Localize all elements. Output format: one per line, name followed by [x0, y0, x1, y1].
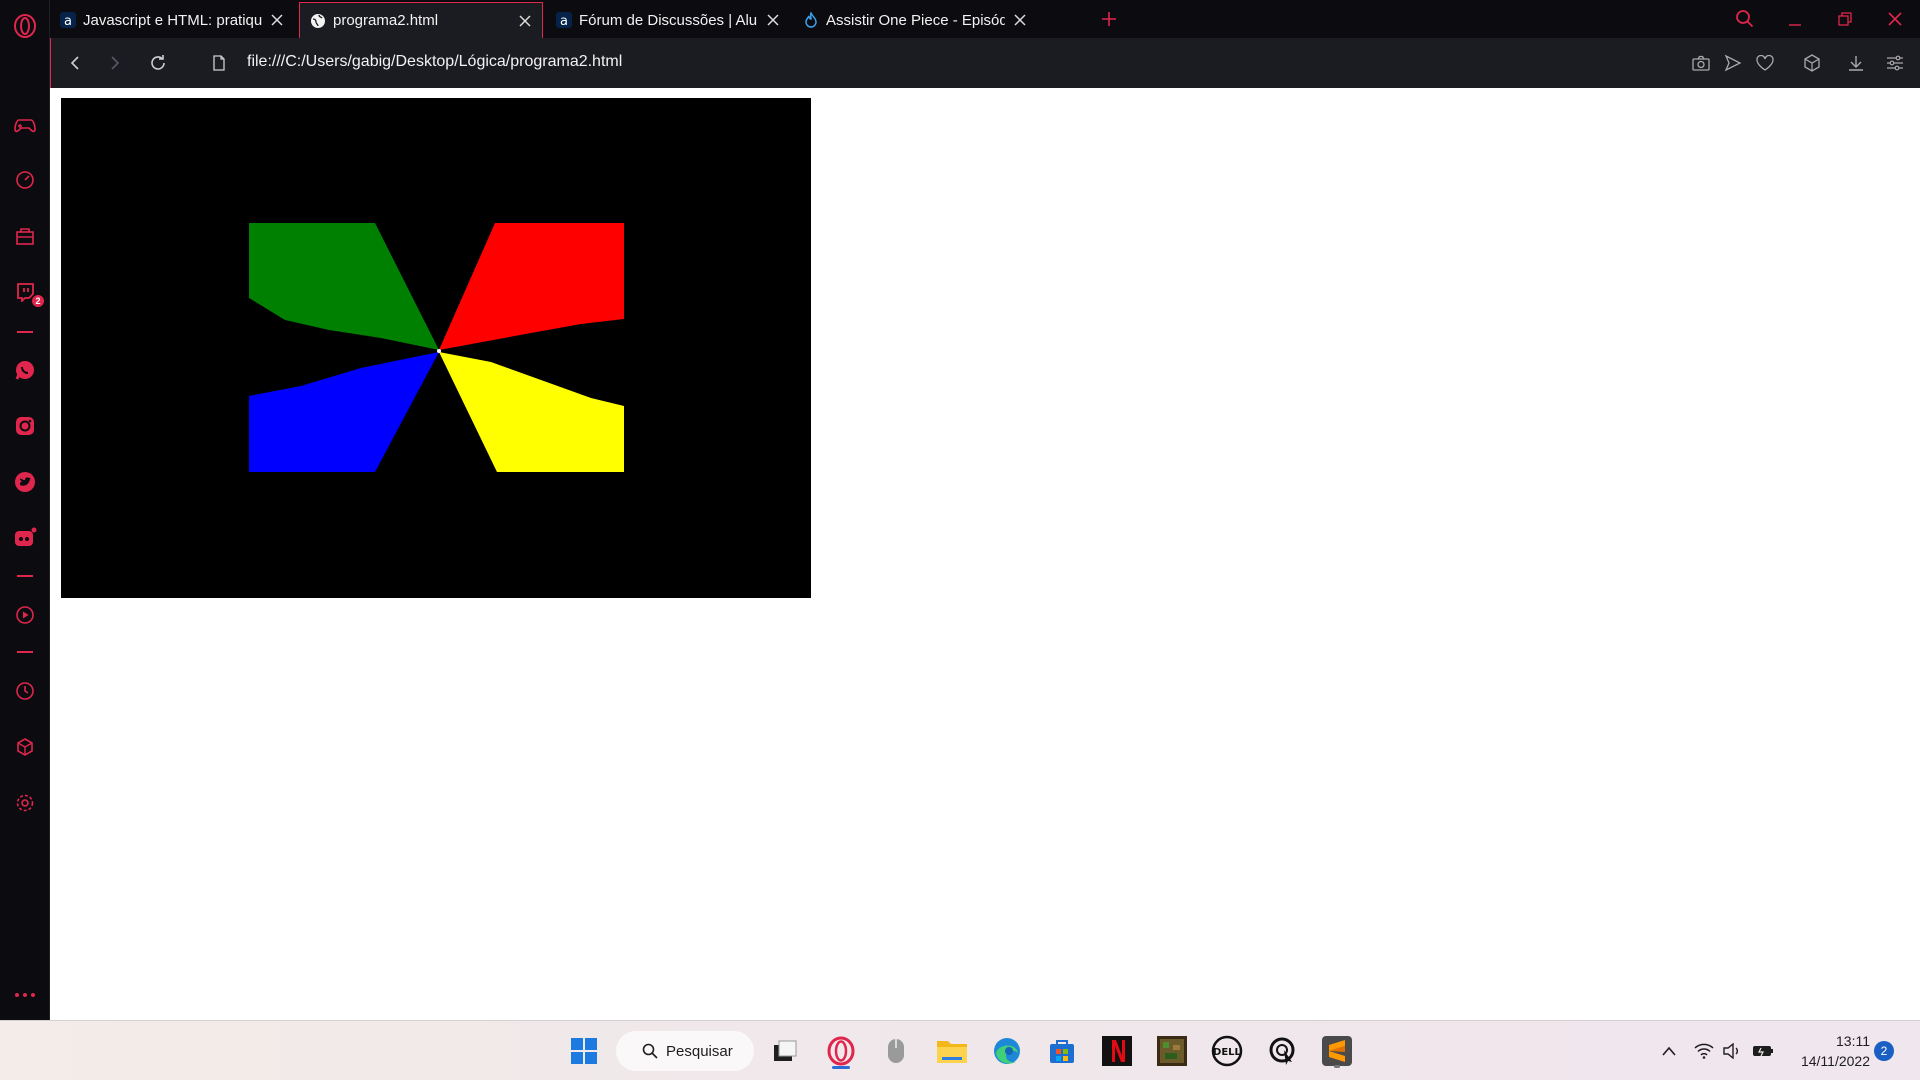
volume-icon[interactable] [1720, 1039, 1744, 1063]
globe-icon [310, 13, 326, 29]
alura-icon: a [60, 12, 76, 28]
whatsapp-icon[interactable] [10, 355, 40, 385]
chevron-up-icon[interactable] [1657, 1039, 1681, 1063]
tab[interactable]: a Javascript e HTML: pratique [50, 2, 294, 38]
more-icon[interactable] [10, 980, 40, 1010]
file-page-icon [207, 51, 231, 75]
active-indicator [832, 1066, 850, 1069]
alura-icon: a [556, 12, 572, 28]
speedometer-icon[interactable] [10, 165, 40, 195]
opera-gx-logo-icon[interactable] [10, 13, 40, 39]
opera-gx-icon[interactable] [821, 1031, 861, 1071]
tab-bar: a Javascript e HTML: pratique programa2.… [50, 0, 1920, 38]
running-indicator [1334, 1065, 1340, 1068]
heart-icon[interactable] [1753, 51, 1777, 75]
twitter-icon[interactable] [10, 467, 40, 497]
page-content [51, 88, 1920, 1020]
close-icon[interactable] [1013, 13, 1027, 27]
tab-title: Javascript e HTML: pratique [83, 11, 262, 29]
svg-text:DELL: DELL [1213, 1047, 1242, 1058]
send-icon[interactable] [1721, 51, 1745, 75]
close-icon[interactable] [518, 14, 532, 28]
reload-button[interactable] [146, 51, 170, 75]
tab-title: programa2.html [333, 12, 439, 29]
extensions-cube-icon[interactable] [1800, 51, 1824, 75]
sublime-text-icon[interactable] [1317, 1031, 1357, 1071]
minimize-button[interactable] [1782, 6, 1808, 32]
cursor-app-icon[interactable] [1262, 1031, 1302, 1071]
mouse-icon[interactable] [876, 1031, 916, 1071]
clock[interactable]: 13:11 14/11/2022 [1790, 1031, 1870, 1071]
file-explorer-icon[interactable] [932, 1031, 972, 1071]
task-view-icon[interactable] [765, 1031, 805, 1071]
twitch-icon[interactable]: 2 [10, 277, 44, 307]
tab-title: Assistir One Piece - Episódi [826, 11, 1005, 29]
sidebar-divider [17, 331, 33, 333]
battery-icon[interactable] [1751, 1039, 1775, 1063]
sidebar: 2 [0, 0, 50, 1020]
settings-icon[interactable] [10, 788, 40, 818]
close-icon[interactable] [270, 13, 284, 27]
history-icon[interactable] [10, 676, 40, 706]
notification-badge[interactable]: 2 [1874, 1041, 1894, 1061]
address-bar: file:///C:/Users/gabig/Desktop/Lógica/pr… [50, 38, 1920, 88]
minecraft-icon[interactable] [1152, 1031, 1192, 1071]
easy-setup-icon[interactable] [1883, 51, 1907, 75]
tab-title: Fórum de Discussões | Alur [579, 11, 758, 29]
edge-icon[interactable] [987, 1031, 1027, 1071]
download-icon[interactable] [1844, 51, 1868, 75]
search-icon [642, 1043, 658, 1059]
forward-button[interactable] [103, 51, 127, 75]
shop-bag-icon[interactable] [10, 221, 40, 251]
tab[interactable]: a Fórum de Discussões | Alur [546, 2, 790, 38]
sidebar-divider [17, 651, 33, 653]
clock-date: 14/11/2022 [1800, 1053, 1870, 1069]
url-field[interactable]: file:///C:/Users/gabig/Desktop/Lógica/pr… [247, 53, 622, 71]
dell-icon[interactable]: DELL [1207, 1031, 1247, 1071]
flame-icon [803, 12, 819, 28]
close-icon[interactable] [766, 13, 780, 27]
taskbar: Pesquisar DELL 13:11 14/11/2022 2 [0, 1020, 1920, 1080]
search-label: Pesquisar [666, 1042, 733, 1060]
taskbar-search[interactable]: Pesquisar [616, 1031, 754, 1071]
svg-text:a: a [560, 14, 568, 28]
restore-button[interactable] [1832, 6, 1858, 32]
new-tab-button[interactable] [1098, 8, 1120, 30]
tab[interactable]: Assistir One Piece - Episódi [793, 2, 1037, 38]
gamepad-icon[interactable] [10, 111, 40, 141]
tab-active[interactable]: programa2.html [299, 2, 543, 38]
back-button[interactable] [63, 51, 87, 75]
screen: 2 a Javascript e HTML: pratique programa… [0, 0, 1920, 1080]
close-window-button[interactable] [1882, 6, 1908, 32]
twitch-badge: 2 [32, 295, 44, 307]
search-tabs-icon[interactable] [1732, 6, 1758, 32]
netflix-icon[interactable] [1097, 1031, 1137, 1071]
wifi-icon[interactable] [1692, 1039, 1716, 1063]
cube-icon[interactable] [10, 732, 40, 762]
start-icon[interactable] [564, 1031, 604, 1071]
discord-icon[interactable] [10, 523, 40, 553]
drawing-canvas [61, 98, 811, 598]
svg-text:a: a [64, 14, 72, 28]
sidebar-divider [17, 575, 33, 577]
instagram-icon[interactable] [10, 411, 40, 441]
clock-time: 13:11 [1836, 1033, 1870, 1049]
store-icon[interactable] [1042, 1031, 1082, 1071]
player-icon[interactable] [10, 600, 40, 630]
snapshot-icon[interactable] [1689, 51, 1713, 75]
